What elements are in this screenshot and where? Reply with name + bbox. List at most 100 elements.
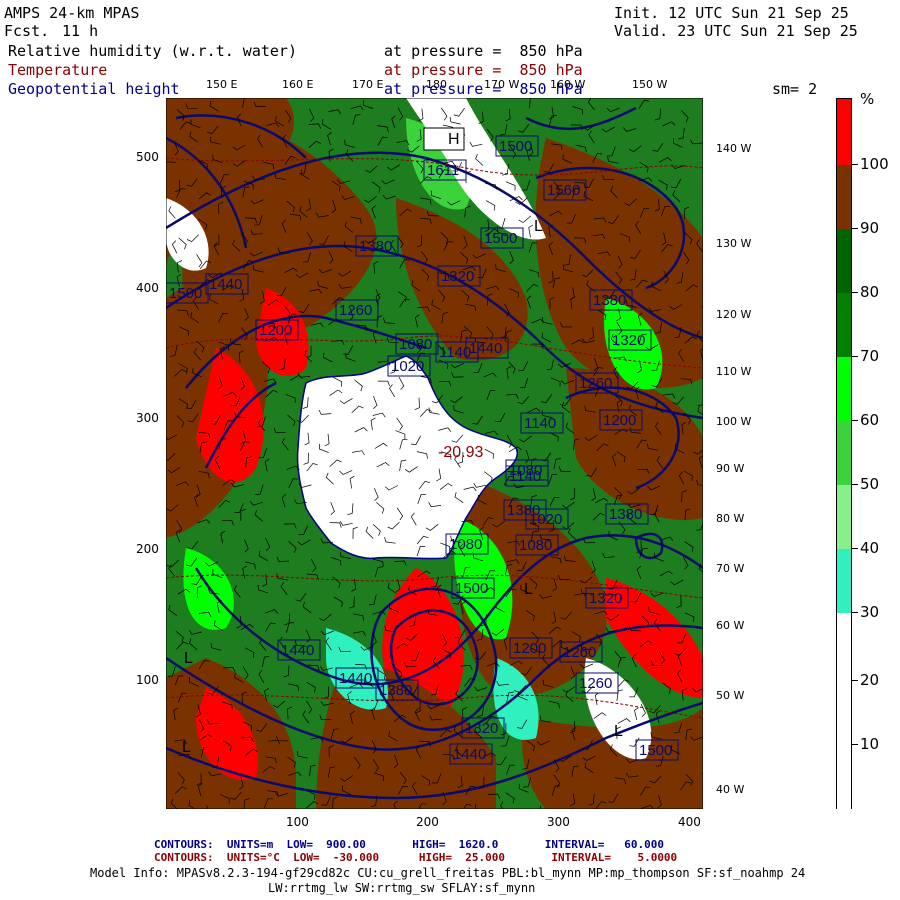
height-label: 1380 (593, 292, 626, 309)
valid-time: Valid. 23 UTC Sun 21 Sep 25 (614, 22, 858, 40)
height-label: 1560 (547, 182, 580, 199)
colorbar-segment (837, 613, 851, 810)
lon-right-label: 70 W (716, 562, 745, 575)
colorbar-tick (852, 292, 858, 293)
lon-top-label: 160 E (282, 78, 314, 91)
height-label: 1020 (391, 358, 424, 375)
lon-right-label: 80 W (716, 512, 745, 525)
high-pressure-marker: H (448, 131, 460, 148)
colorbar-tick (852, 420, 858, 421)
x-tick-label: 200 (416, 815, 439, 829)
height-label: 1500 (639, 742, 672, 759)
model-title: AMPS 24-km MPAS (4, 4, 140, 22)
low-pressure-marker: L (614, 723, 623, 740)
height-label: 1320 (612, 332, 645, 349)
colorbar-level-label: 80 (860, 283, 880, 301)
field-temp-name: Temperature (8, 61, 108, 79)
colorbar-segment (837, 485, 851, 549)
forecast-label: Fcst. (4, 22, 50, 40)
colorbar-tick (852, 680, 858, 681)
footer-model-info-2: LW:rrtmg_lw SW:rrtmg_sw SFLAY:sf_mynn (268, 881, 536, 895)
height-label: 1500 (499, 138, 532, 155)
height-label: 1380 (359, 238, 392, 255)
colorbar-level-label: 30 (860, 603, 880, 621)
height-label: 1500 (484, 230, 517, 247)
height-label: 1611 (427, 162, 459, 179)
lon-right-label: 50 W (716, 689, 745, 702)
height-label: 1200 (513, 640, 546, 657)
colorbar-segment (837, 549, 851, 613)
colorbar-level-label: 60 (860, 411, 880, 429)
lon-right-label: 140 W (716, 142, 752, 155)
height-label: 1260 (563, 644, 596, 661)
colorbar-tick (852, 164, 858, 165)
colorbar-segment (837, 357, 851, 421)
height-label: 1500 (455, 580, 488, 597)
height-label: 1440 (469, 340, 502, 357)
height-label: 1440 (339, 670, 372, 687)
low-pressure-marker: L (184, 650, 193, 667)
init-time: Init. 12 UTC Sun 21 Sep 25 (614, 4, 849, 22)
height-label: 1440 (281, 642, 314, 659)
lon-top-label: 170 E (352, 78, 384, 91)
colorbar-level-label: 100 (860, 155, 889, 173)
height-label: 1260 (579, 375, 612, 392)
height-label: 1320 (589, 590, 622, 607)
colorbar-segment (837, 293, 851, 357)
field-height-name: Geopotential height (8, 80, 180, 98)
lon-right-label: 100 W (716, 415, 752, 428)
x-tick-label: 300 (547, 815, 570, 829)
lon-right-label: 90 W (716, 462, 745, 475)
height-label: 1440 (453, 746, 486, 763)
lon-top-label: 170 W (484, 78, 520, 91)
y-tick-label: 200 (136, 542, 159, 556)
colorbar-segment (837, 165, 851, 229)
lon-right-label: 110 W (716, 365, 752, 378)
colorbar-tick (852, 228, 858, 229)
lon-top-label: 150 W (632, 78, 668, 91)
height-label: 1320 (465, 720, 498, 737)
colorbar-level-label: 70 (860, 347, 880, 365)
height-label: 1200 (259, 322, 292, 339)
low-pressure-marker: L (524, 581, 533, 598)
colorbar-tick (852, 548, 858, 549)
lon-top-label: 150 E (206, 78, 238, 91)
y-tick-label: 500 (136, 150, 159, 164)
lon-right-label: 60 W (716, 619, 745, 632)
colorbar-tick (852, 484, 858, 485)
lon-right-label: 40 W (716, 783, 745, 796)
colorbar-level-label: 10 (860, 735, 880, 753)
forecast-hour: 11 h (62, 22, 99, 40)
low-pressure-marker: L (534, 218, 543, 235)
humidity-colorbar (836, 98, 852, 810)
lon-right-label: 120 W (716, 308, 752, 321)
height-label: 1140 (524, 415, 556, 432)
colorbar-segment (837, 99, 851, 165)
x-tick-label: 400 (678, 815, 701, 829)
colorbar-segment (837, 229, 851, 293)
height-label: 1140 (509, 468, 541, 485)
field-temp-level: at pressure = 850 hPa (384, 61, 583, 79)
height-label: 1500 (169, 285, 202, 302)
height-label: 1080 (399, 336, 432, 353)
height-label: 1200 (603, 412, 636, 429)
colorbar-tick (852, 356, 858, 357)
y-tick-label: 100 (136, 673, 159, 687)
field-rh-level: at pressure = 850 hPa (384, 42, 583, 60)
footer-model-info: Model Info: MPASv8.2.3-194-gf29cd82c CU:… (90, 866, 806, 880)
colorbar-unit: % (860, 90, 875, 108)
height-label: 1260 (579, 675, 612, 692)
lon-top-label: 160 W (550, 78, 586, 91)
footer-height-contours: CONTOURS: UNITS=m LOW= 900.00 HIGH= 1620… (154, 838, 664, 851)
field-rh-name: Relative humidity (w.r.t. water) (8, 42, 297, 60)
colorbar-segment (837, 421, 851, 485)
weather-map: 1500 1611 1560 1500 1440 1380 1320 1260 1200 1140… (166, 98, 703, 809)
lon-right-label: 130 W (716, 237, 752, 250)
x-tick-label: 100 (286, 815, 309, 829)
colorbar-tick (852, 744, 858, 745)
smoothing-label: sm= 2 (772, 80, 818, 98)
height-label: 1380 (609, 506, 642, 523)
colorbar-level-label: 20 (860, 671, 880, 689)
height-label: 1440 (209, 276, 242, 293)
colorbar-tick (852, 612, 858, 613)
